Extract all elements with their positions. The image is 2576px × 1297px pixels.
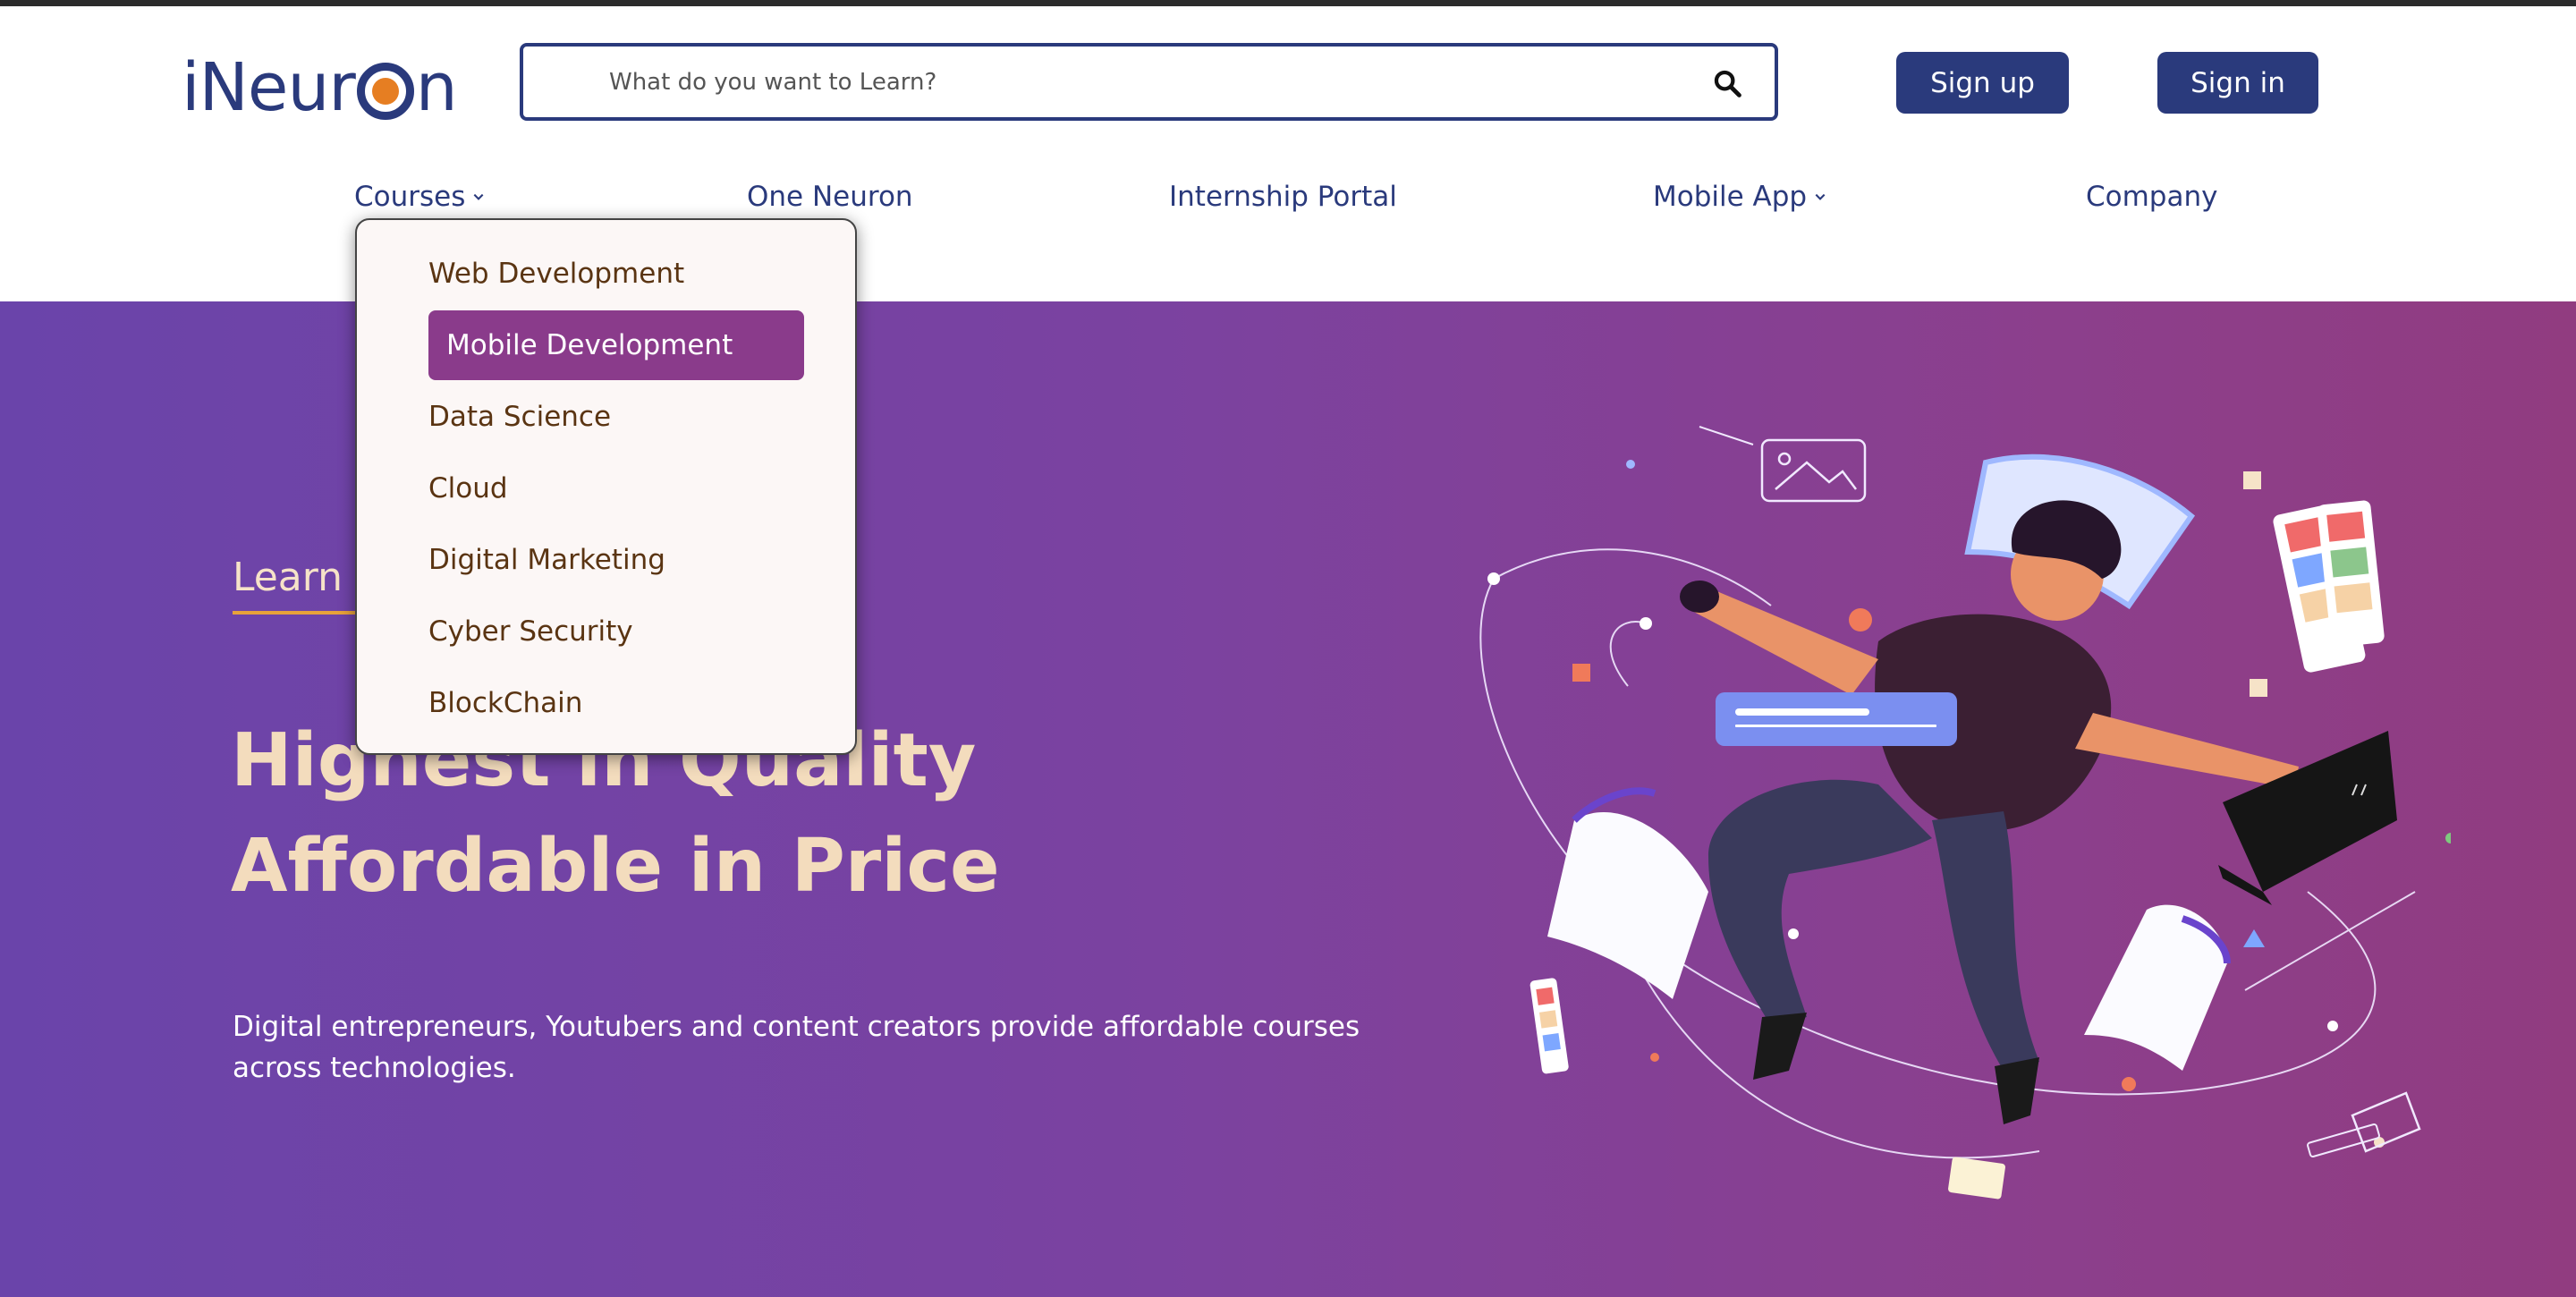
search-bar (520, 43, 1778, 121)
dropdown-item-blockchain[interactable]: BlockChain (428, 668, 582, 738)
nav-courses[interactable]: Courses (354, 181, 485, 213)
nav-courses-label: Courses (354, 181, 466, 213)
hero-learn-text: Learn t (233, 555, 371, 615)
dropdown-item-mobile-development[interactable]: Mobile Development (428, 310, 804, 380)
logo-text-left: iNeur (182, 49, 356, 126)
dropdown-item-web-development[interactable]: Web Development (428, 239, 684, 309)
signup-button[interactable]: Sign up (1896, 52, 2069, 114)
dropdown-item-digital-marketing[interactable]: Digital Marketing (428, 525, 665, 595)
window-top-strip (0, 0, 2576, 6)
ineuron-logo[interactable]: iNeur n (182, 49, 458, 126)
nav-mobile-app-label: Mobile App (1653, 181, 1808, 213)
dropdown-item-cyber-security[interactable]: Cyber Security (428, 597, 633, 666)
hero-illustration (1479, 426, 2451, 1200)
nav-internship-portal[interactable]: Internship Portal (1169, 181, 1397, 213)
hero-description: Digital entrepreneurs, Youtubers and con… (233, 1011, 1360, 1084)
nav-company[interactable]: Company (2086, 181, 2217, 213)
signin-button[interactable]: Sign in (2157, 52, 2318, 114)
dropdown-item-data-science[interactable]: Data Science (428, 382, 611, 452)
logo-ring-icon (356, 63, 414, 120)
dropdown-item-cloud[interactable]: Cloud (428, 454, 508, 523)
search-input[interactable] (609, 47, 1665, 117)
courses-dropdown-menu: Web Development Mobile Development Data … (355, 218, 857, 755)
nav-mobile-app[interactable]: Mobile App (1653, 181, 1826, 213)
search-icon[interactable] (1712, 68, 1742, 98)
hero-headline-line2: Affordable in Price (231, 824, 1000, 909)
nav-one-neuron[interactable]: One Neuron (747, 181, 913, 213)
chevron-down-icon (473, 193, 484, 200)
chevron-down-icon (1815, 193, 1826, 200)
logo-text-right: n (415, 49, 458, 126)
